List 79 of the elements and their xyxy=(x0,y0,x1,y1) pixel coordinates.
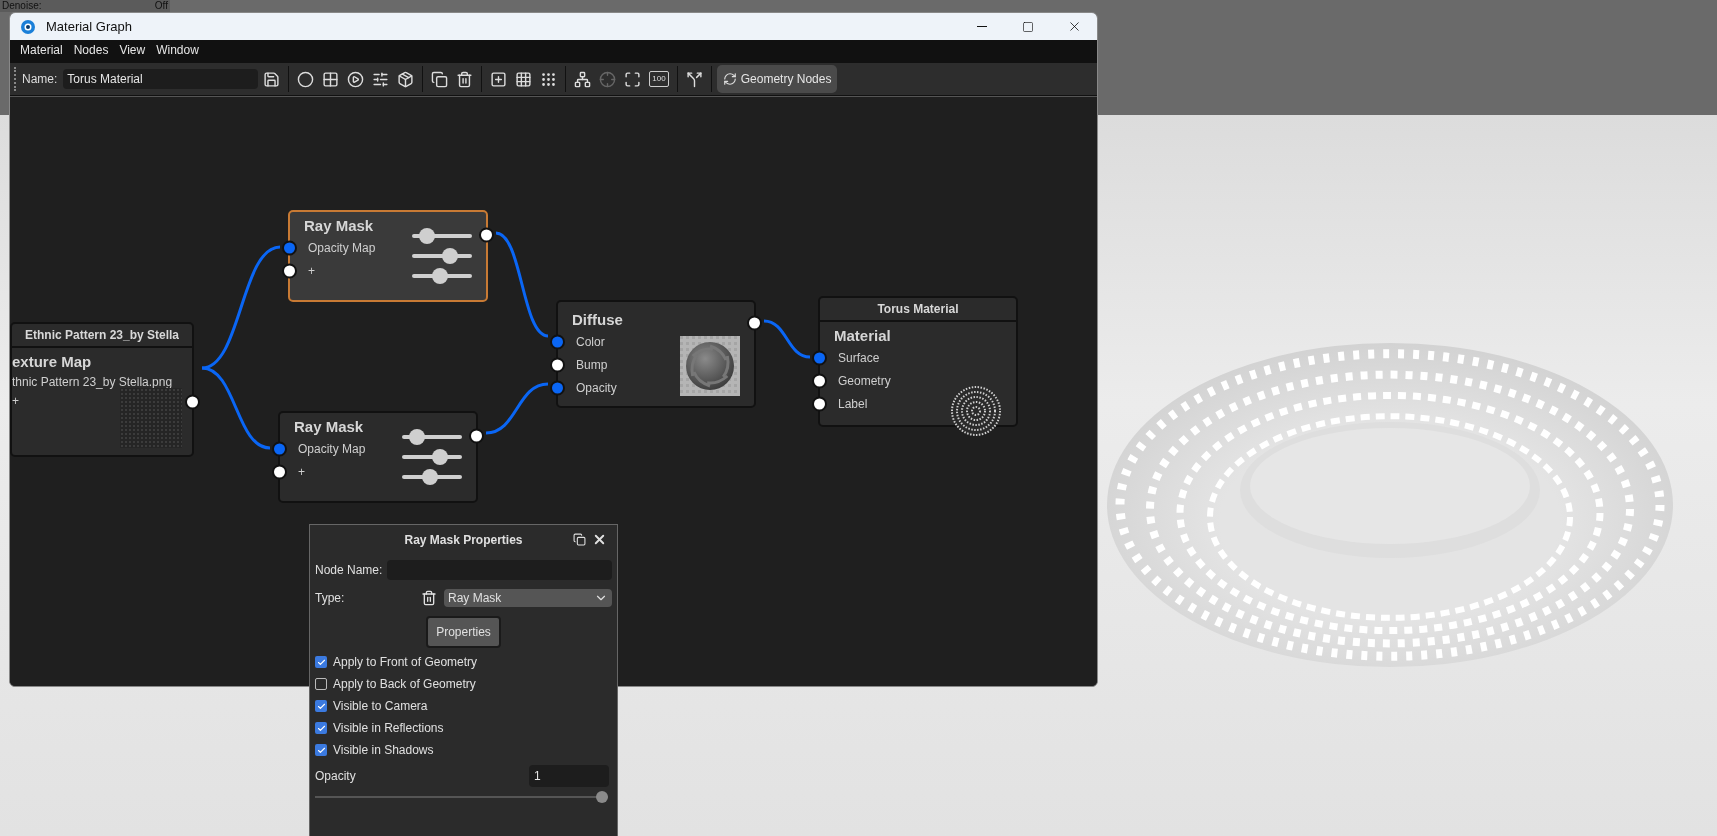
checkbox-label: Visible to Camera xyxy=(333,698,428,715)
menu-item[interactable]: Nodes xyxy=(68,41,114,59)
close-icon[interactable] xyxy=(592,532,607,547)
file-name: thnic Pattern 23_by Stella.png xyxy=(12,374,174,391)
actual-size-button[interactable]: 100 xyxy=(649,71,669,87)
checkbox[interactable] xyxy=(315,700,327,712)
preview-icon[interactable] xyxy=(297,70,315,88)
crosshair-icon[interactable] xyxy=(599,70,617,88)
fit-view-icon[interactable] xyxy=(624,70,642,88)
minimize-icon xyxy=(977,26,987,27)
input-label: Opacity Map xyxy=(298,440,366,458)
restore-icon[interactable] xyxy=(573,533,586,546)
node-title: Ray Mask xyxy=(304,216,375,236)
menu-item[interactable]: Window xyxy=(151,41,204,59)
menu-item[interactable]: Material xyxy=(15,41,68,59)
input-label: Surface xyxy=(838,349,880,367)
add-input-label: + xyxy=(12,393,19,410)
properties-button[interactable]: Properties xyxy=(426,616,501,648)
panel-title: Ray Mask Properties xyxy=(404,532,523,549)
grid-node-icon[interactable] xyxy=(515,70,533,88)
checkbox[interactable] xyxy=(315,678,327,690)
node-card[interactable] xyxy=(288,210,488,302)
patterned-sphere-preview xyxy=(950,385,1002,437)
node-title: Ray Mask xyxy=(294,417,365,437)
refresh-icon xyxy=(722,72,737,86)
node-title: Diffuse xyxy=(572,310,624,330)
input-label: Bump xyxy=(576,356,608,374)
checkbox[interactable] xyxy=(315,744,327,756)
input-label: Color xyxy=(576,333,605,351)
window-title: Material Graph xyxy=(46,17,132,36)
add-node-icon[interactable] xyxy=(490,70,508,88)
node-card[interactable] xyxy=(818,296,1018,427)
name-label: Name: xyxy=(22,71,58,88)
input-label: + xyxy=(308,262,315,280)
checkbox[interactable] xyxy=(315,722,327,734)
play-icon[interactable] xyxy=(347,70,365,88)
app-logo-icon xyxy=(20,18,36,35)
field-label: Type: xyxy=(315,590,346,607)
opacity-value-field[interactable]: 1 xyxy=(529,765,609,787)
checkbox-label: Apply to Front of Geometry xyxy=(333,654,478,671)
delete-icon[interactable] xyxy=(456,70,474,88)
node-card[interactable] xyxy=(278,411,478,503)
split-icon[interactable] xyxy=(685,70,703,88)
delete-icon[interactable] xyxy=(421,590,437,606)
sliders-icon xyxy=(402,427,462,485)
save-icon[interactable] xyxy=(263,70,281,88)
opacity-slider[interactable] xyxy=(315,791,608,803)
sliders-icon[interactable] xyxy=(372,70,390,88)
geometry-nodes-button[interactable]: Geometry Nodes xyxy=(716,65,838,93)
slider-thumb[interactable] xyxy=(596,791,608,803)
node-header: Torus Material xyxy=(820,298,1016,322)
input-label: Label xyxy=(838,395,868,413)
type-dropdown[interactable]: Ray Mask xyxy=(444,589,612,607)
node-title: exture Map xyxy=(12,352,93,372)
checkbox[interactable] xyxy=(315,656,327,668)
checkbox-label: Visible in Reflections xyxy=(333,720,444,737)
input-label: Opacity Map xyxy=(308,239,376,257)
connection-wire xyxy=(763,319,811,359)
node-title: Material xyxy=(834,326,892,346)
checker-icon[interactable] xyxy=(322,70,340,88)
connection-wire xyxy=(485,382,549,435)
input-label: Opacity xyxy=(576,379,617,397)
layout-icon[interactable] xyxy=(574,70,592,88)
opacity-label: Opacity xyxy=(315,768,356,785)
input-label: Geometry xyxy=(838,372,891,390)
copy-icon[interactable] xyxy=(431,70,449,88)
field-label: Node Name: xyxy=(315,562,384,579)
setting-value: Off xyxy=(154,0,168,11)
name-field[interactable]: Torus Material xyxy=(63,69,259,89)
input-label: + xyxy=(298,463,305,481)
dots-node-icon[interactable] xyxy=(540,70,558,88)
sphere-preview xyxy=(680,336,740,396)
node-header: Ethnic Pattern 23_by Stella xyxy=(12,324,192,348)
menu-item[interactable]: View xyxy=(114,41,151,59)
checkbox-label: Visible in Shadows xyxy=(333,742,434,759)
sliders-icon xyxy=(412,226,472,284)
setting-label: Denoise: xyxy=(2,0,42,11)
package-icon[interactable] xyxy=(397,70,415,88)
maximize-icon xyxy=(1022,20,1034,33)
